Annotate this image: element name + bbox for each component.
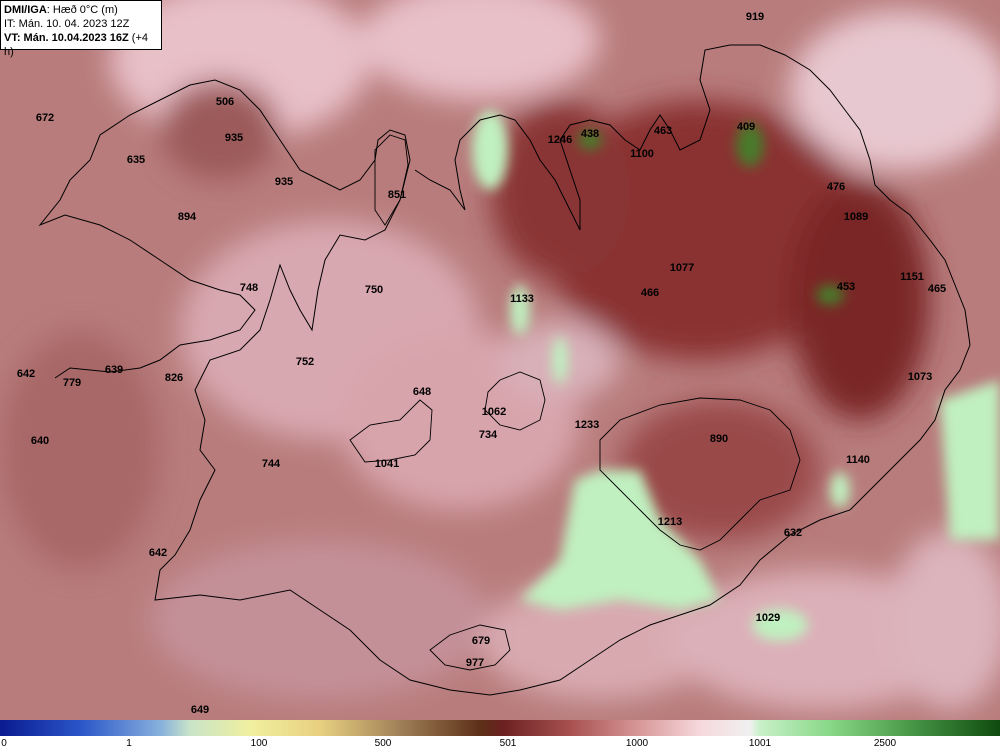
value-label: 894 — [177, 211, 197, 223]
legend-tick-label: 100 — [250, 738, 268, 749]
value-label: 734 — [478, 429, 498, 441]
value-label: 639 — [104, 364, 124, 376]
legend-colorbar — [0, 720, 1000, 736]
value-label: 748 — [239, 282, 259, 294]
value-label: 463 — [653, 125, 673, 137]
legend-tick-label: 2500 — [873, 738, 897, 749]
init-time: IT: Mán. 10. 04. 2023 12Z — [4, 18, 130, 30]
value-label: 1077 — [669, 262, 695, 274]
value-label: 977 — [465, 657, 485, 669]
legend-tick-label: 0 — [1, 738, 7, 749]
value-label: 1233 — [574, 419, 600, 431]
value-label: 1041 — [374, 458, 400, 470]
map-info-box: DMI/IGA: Hæð 0°C (m) IT: Mán. 10. 04. 20… — [0, 0, 162, 58]
value-label: 640 — [30, 435, 50, 447]
value-label: 779 — [62, 377, 82, 389]
value-label: 1089 — [843, 211, 869, 223]
value-label: 1062 — [481, 406, 507, 418]
value-label: 632 — [783, 527, 803, 539]
value-label: 635 — [126, 154, 146, 166]
value-label: 642 — [16, 368, 36, 380]
value-label: 1029 — [755, 612, 781, 624]
value-label: 438 — [580, 128, 600, 140]
value-label: 1151 — [900, 271, 924, 283]
value-label: 453 — [836, 281, 856, 293]
value-label: 890 — [709, 433, 729, 445]
value-label: 672 — [35, 112, 55, 124]
value-label: 1073 — [907, 371, 933, 383]
value-label: 1246 — [547, 134, 573, 146]
value-label: 752 — [295, 356, 315, 368]
value-label: 1133 — [510, 293, 534, 305]
value-label: 409 — [736, 121, 756, 133]
value-label: 935 — [224, 132, 244, 144]
value-label: 744 — [261, 458, 281, 470]
legend-tick-label: 500 — [374, 738, 392, 749]
legend-tick-label: 501 — [499, 738, 517, 749]
value-label: 465 — [927, 283, 947, 295]
value-label: 1213 — [657, 516, 683, 528]
freezing-level-map — [0, 0, 1000, 720]
valid-time: VT: Mán. 10.04.2023 16Z (+4 h) — [4, 32, 148, 58]
value-label: 935 — [274, 176, 294, 188]
legend-tick-label: 1001 — [748, 738, 772, 749]
value-label: 826 — [164, 372, 184, 384]
color-legend: 0 1 100 500 501 1000 1001 2500 — [0, 720, 1000, 750]
value-label: 466 — [640, 287, 660, 299]
value-label: 851 — [387, 189, 407, 201]
map-title: DMI/IGA: Hæð 0°C (m) — [4, 4, 118, 16]
value-label: 648 — [412, 386, 432, 398]
value-label: 679 — [471, 635, 491, 647]
value-label: 649 — [190, 704, 210, 716]
value-label: 1140 — [846, 454, 870, 466]
value-label: 1100 — [630, 148, 654, 160]
value-label: 506 — [215, 96, 235, 108]
value-label: 919 — [745, 11, 765, 23]
value-label: 750 — [364, 284, 384, 296]
legend-tick-label: 1000 — [625, 738, 649, 749]
value-label: 642 — [148, 547, 168, 559]
legend-tick-label: 1 — [126, 738, 132, 749]
value-label: 476 — [826, 181, 846, 193]
